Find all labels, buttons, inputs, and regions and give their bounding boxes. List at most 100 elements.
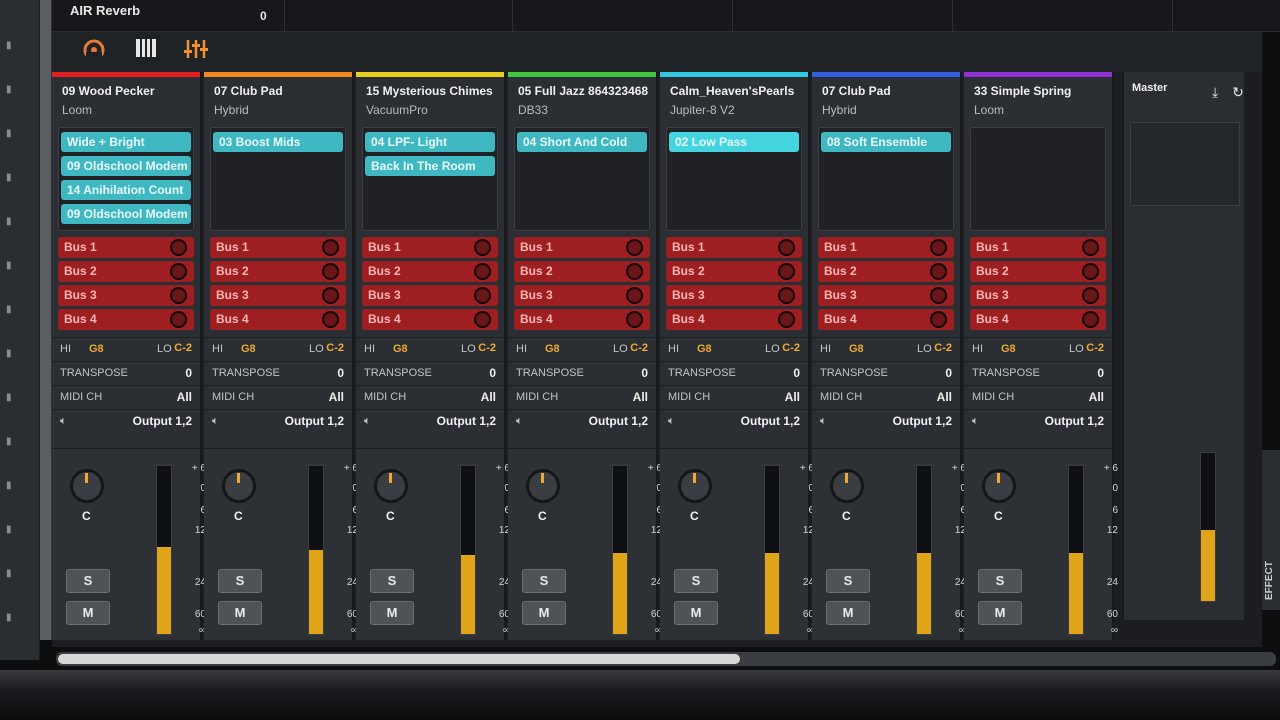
track-icon[interactable]: ▮ xyxy=(6,304,16,315)
send-level-knob[interactable] xyxy=(1082,287,1099,304)
midi-channel-value[interactable]: All xyxy=(481,390,496,404)
midi-channel-value[interactable]: All xyxy=(1089,390,1104,404)
transpose-row[interactable]: TRANSPOSE 0 xyxy=(508,361,656,385)
output-row[interactable]: 🔈︎ Output 1,2 xyxy=(204,409,352,433)
channel-name[interactable]: 09 Wood Pecker xyxy=(52,77,200,101)
key-range-row[interactable]: HI G8 LO C-2 xyxy=(52,337,200,361)
transpose-row[interactable]: TRANSPOSE 0 xyxy=(964,361,1112,385)
output-value[interactable]: Output 1,2 xyxy=(133,414,192,428)
pan-knob[interactable] xyxy=(70,469,104,503)
send-level-knob[interactable] xyxy=(322,311,339,328)
lo-note[interactable]: C-2 xyxy=(326,342,344,354)
instrument-name[interactable]: Hybrid xyxy=(812,101,960,123)
midi-channel-value[interactable]: All xyxy=(177,390,192,404)
fader-track[interactable] xyxy=(1038,467,1042,627)
channel-name[interactable]: 07 Club Pad xyxy=(204,77,352,101)
send-level-knob[interactable] xyxy=(170,263,187,280)
transpose-row[interactable]: TRANSPOSE 0 xyxy=(356,361,504,385)
lo-note[interactable]: C-2 xyxy=(478,342,496,354)
solo-button[interactable]: S xyxy=(522,569,566,593)
midi-channel-row[interactable]: MIDI CH All xyxy=(964,385,1112,409)
midi-channel-row[interactable]: MIDI CH All xyxy=(812,385,960,409)
bus-send[interactable]: Bus 2 xyxy=(58,261,194,282)
solo-button[interactable]: S xyxy=(66,569,110,593)
send-level-knob[interactable] xyxy=(170,287,187,304)
send-level-knob[interactable] xyxy=(170,311,187,328)
master-insert-slot[interactable] xyxy=(1130,122,1240,206)
track-icon[interactable]: ▮ xyxy=(6,216,16,227)
bus-send[interactable]: Bus 2 xyxy=(362,261,498,282)
plugin-name[interactable]: AIR Reverb xyxy=(70,3,140,18)
track-icon[interactable]: ▮ xyxy=(6,172,16,183)
fader-track[interactable] xyxy=(886,467,890,627)
send-level-knob[interactable] xyxy=(930,287,947,304)
send-level-knob[interactable] xyxy=(626,263,643,280)
transpose-row[interactable]: TRANSPOSE 0 xyxy=(52,361,200,385)
mute-button[interactable]: M xyxy=(218,601,262,625)
transpose-row[interactable]: TRANSPOSE 0 xyxy=(812,361,960,385)
midi-channel-value[interactable]: All xyxy=(937,390,952,404)
bus-send[interactable]: Bus 2 xyxy=(970,261,1106,282)
bus-send[interactable]: Bus 1 xyxy=(210,237,346,258)
track-icon[interactable]: ▮ xyxy=(6,392,16,403)
bus-send[interactable]: Bus 4 xyxy=(514,309,650,330)
bus-send[interactable]: Bus 4 xyxy=(970,309,1106,330)
fader-track[interactable] xyxy=(126,467,130,627)
output-value[interactable]: Output 1,2 xyxy=(893,414,952,428)
output-row[interactable]: 🔈︎ Output 1,2 xyxy=(508,409,656,433)
send-level-knob[interactable] xyxy=(474,239,491,256)
pan-knob[interactable] xyxy=(526,469,560,503)
key-range-row[interactable]: HI G8 LO C-2 xyxy=(508,337,656,361)
send-level-knob[interactable] xyxy=(474,287,491,304)
preset-slot[interactable]: 09 Oldschool Modem xyxy=(61,156,191,176)
midi-channel-value[interactable]: All xyxy=(633,390,648,404)
effect-side-tab[interactable]: EFFECT xyxy=(1262,450,1280,610)
mute-button[interactable]: M xyxy=(826,601,870,625)
channel-name[interactable]: 05 Full Jazz 864323468 xyxy=(508,77,656,101)
horizontal-scrollbar[interactable] xyxy=(56,652,1276,666)
send-level-knob[interactable] xyxy=(1082,239,1099,256)
send-level-knob[interactable] xyxy=(930,239,947,256)
instrument-name[interactable]: Loom xyxy=(52,101,200,123)
bus-send[interactable]: Bus 1 xyxy=(666,237,802,258)
bus-send[interactable]: Bus 1 xyxy=(362,237,498,258)
download-icon[interactable]: ⤓ xyxy=(1212,84,1218,100)
preset-slot[interactable]: 04 Short And Cold xyxy=(517,132,647,152)
send-level-knob[interactable] xyxy=(626,239,643,256)
send-level-knob[interactable] xyxy=(778,287,795,304)
mute-button[interactable]: M xyxy=(674,601,718,625)
send-level-knob[interactable] xyxy=(778,263,795,280)
bus-send[interactable]: Bus 2 xyxy=(210,261,346,282)
preset-slot[interactable]: 14 Anihilation Count xyxy=(61,180,191,200)
output-row[interactable]: 🔈︎ Output 1,2 xyxy=(964,409,1112,433)
output-row[interactable]: 🔈︎ Output 1,2 xyxy=(52,409,200,433)
hi-note[interactable]: G8 xyxy=(697,343,712,355)
pan-knob[interactable] xyxy=(678,469,712,503)
solo-button[interactable]: S xyxy=(218,569,262,593)
transpose-value[interactable]: 0 xyxy=(337,366,344,380)
channel-name[interactable]: 15 Mysterious Chimes xyxy=(356,77,504,101)
refresh-icon[interactable]: ↻ xyxy=(1232,84,1244,100)
send-level-knob[interactable] xyxy=(778,239,795,256)
bus-send[interactable]: Bus 4 xyxy=(210,309,346,330)
preset-slot[interactable]: Wide + Bright xyxy=(61,132,191,152)
mute-button[interactable]: M xyxy=(978,601,1022,625)
bus-send[interactable]: Bus 3 xyxy=(362,285,498,306)
track-icon[interactable]: ▮ xyxy=(6,128,16,139)
hi-note[interactable]: G8 xyxy=(89,343,104,355)
output-value[interactable]: Output 1,2 xyxy=(437,414,496,428)
preset-slot[interactable]: 04 LPF- Light xyxy=(365,132,495,152)
vertical-scrollbar[interactable] xyxy=(40,0,52,640)
transpose-row[interactable]: TRANSPOSE 0 xyxy=(204,361,352,385)
channel-name[interactable]: 07 Club Pad xyxy=(812,77,960,101)
bus-send[interactable]: Bus 3 xyxy=(970,285,1106,306)
solo-button[interactable]: S xyxy=(978,569,1022,593)
mixer-sliders-icon[interactable] xyxy=(182,38,210,64)
hi-note[interactable]: G8 xyxy=(545,343,560,355)
send-level-knob[interactable] xyxy=(1082,263,1099,280)
transpose-row[interactable]: TRANSPOSE 0 xyxy=(660,361,808,385)
preset-slot[interactable]: 09 Oldschool Modem xyxy=(61,204,191,224)
bus-send[interactable]: Bus 3 xyxy=(818,285,954,306)
track-icon[interactable]: ▮ xyxy=(6,612,16,623)
instrument-name[interactable]: Loom xyxy=(964,101,1112,123)
